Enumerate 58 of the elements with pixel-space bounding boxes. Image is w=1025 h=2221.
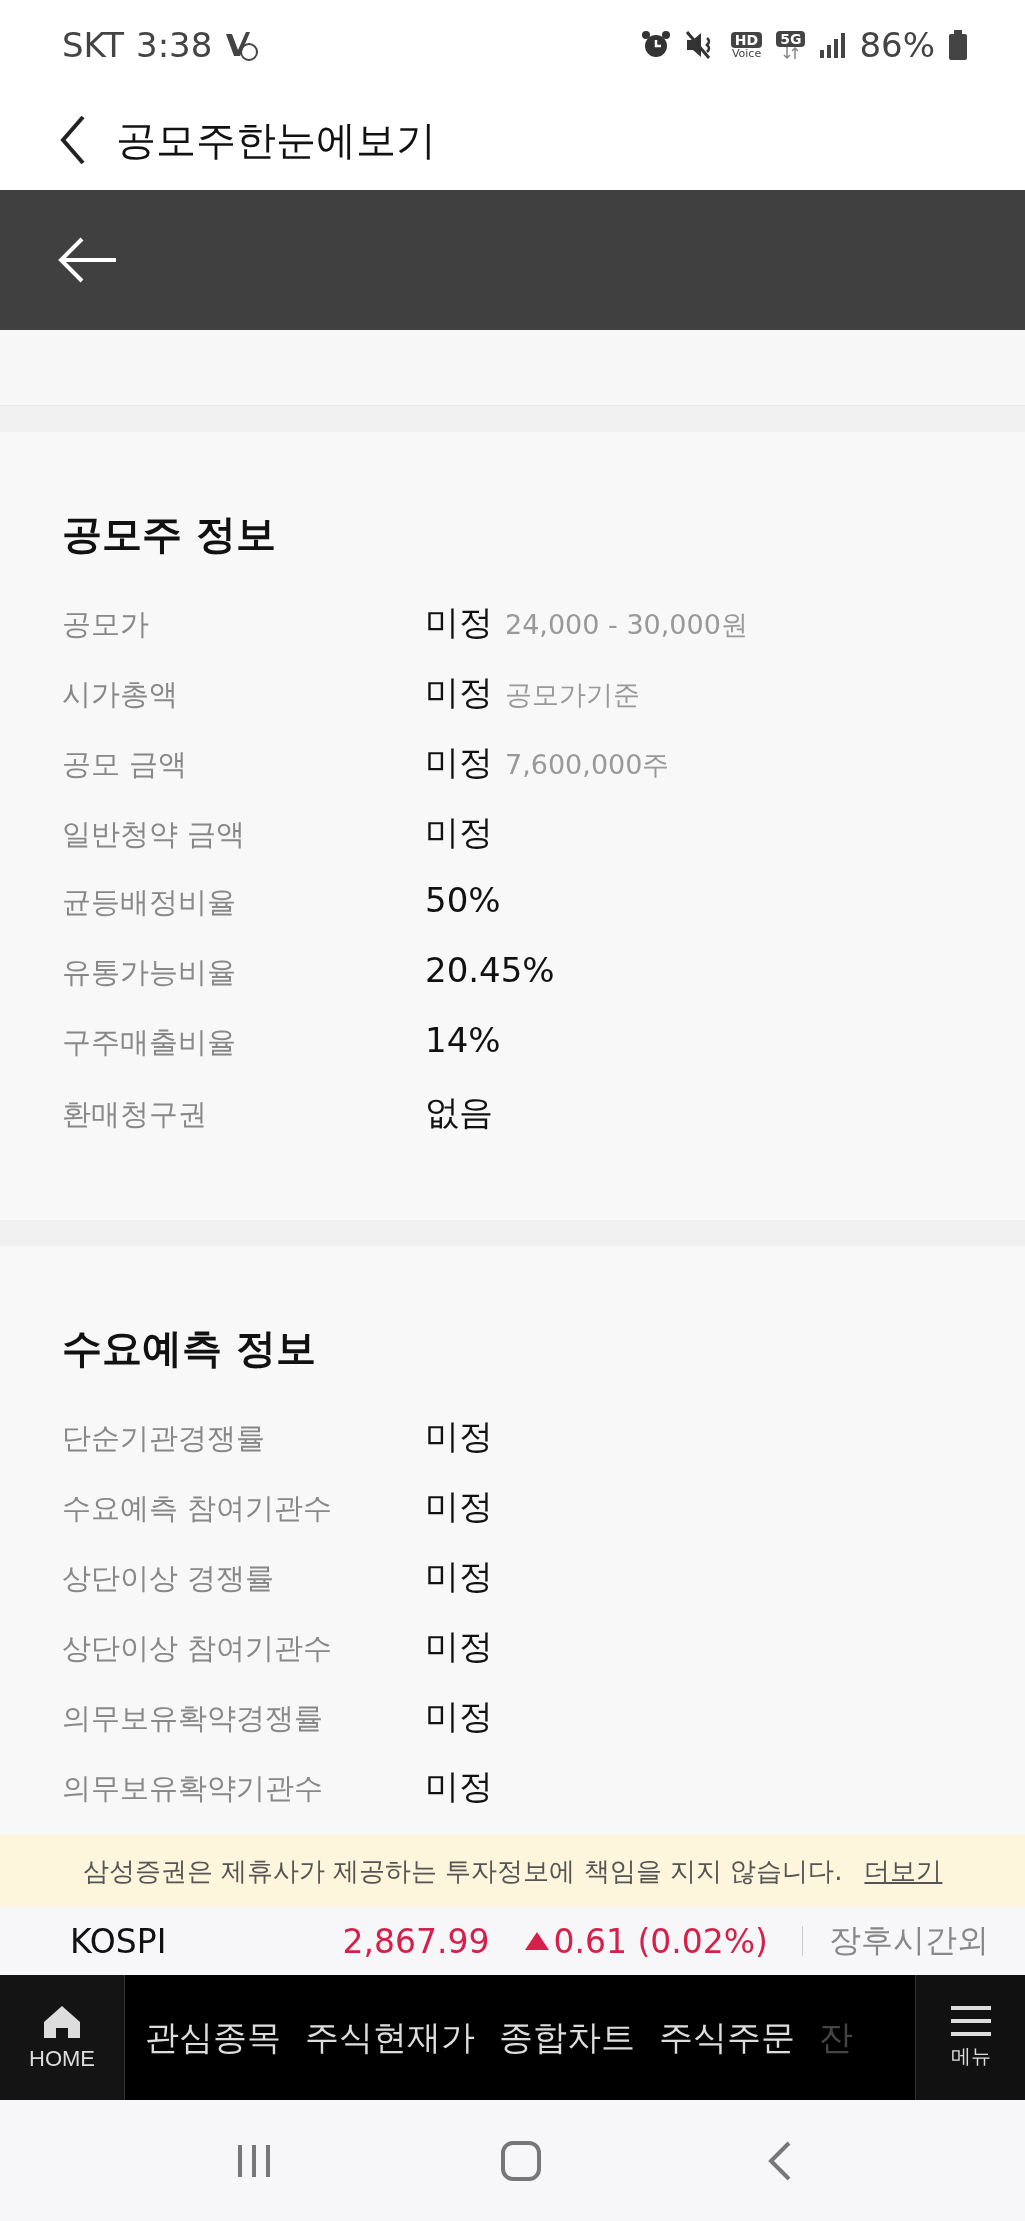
menu-button[interactable]: 메뉴 (915, 1975, 1025, 2100)
field-label: 상단이상 경쟁률 (62, 1560, 276, 1597)
field-value: 미정 (425, 1765, 493, 1808)
field-label: 수요예측 참여기관수 (62, 1490, 334, 1527)
field-note: 공모가기준 (505, 678, 640, 712)
session-label: 장후시간외 (829, 1920, 989, 1961)
house-icon (42, 2003, 82, 2040)
field-label: 의무보유확약기관수 (62, 1770, 324, 1807)
field-label: 단순기관경쟁률 (62, 1420, 266, 1457)
menu-icon (948, 2005, 993, 2037)
field-note: 7,600,000주 (505, 748, 670, 782)
signal-icon (819, 32, 846, 58)
index-change: 0.61 (0.02%) (553, 1921, 768, 1961)
disclaimer-text: 삼성증권은 제휴사가 제공하는 투자정보에 책임을 지지 않습니다. (82, 1854, 843, 1888)
field-label: 의무보유확약경쟁률 (62, 1700, 324, 1737)
battery-percent: 86% (859, 25, 935, 65)
field-value: 없음 (425, 1091, 493, 1134)
home-button-icon[interactable] (500, 2140, 541, 2181)
menu-tab[interactable]: 관심종목 (145, 2014, 281, 2061)
field-value: 미정 (425, 1695, 493, 1738)
field-label: 공모가 (62, 606, 150, 643)
battery-icon (949, 30, 967, 60)
field-label: 공모 금액 (62, 746, 189, 783)
field-label: 균등배정비율 (62, 884, 237, 921)
field-label: 일반청약 금액 (62, 816, 247, 853)
field-value: 미정 (425, 811, 493, 854)
section-title: 수요예측 정보 (62, 1324, 317, 1373)
field-label: 상단이상 참여기관수 (62, 1630, 334, 1667)
alarm-icon (640, 30, 671, 60)
carrier-name: SKT (62, 25, 124, 65)
field-value: 20.45% (425, 950, 555, 990)
field-value: 14% (425, 1020, 501, 1060)
field-value: 미정 (425, 741, 493, 784)
index-name: KOSPI (70, 1921, 168, 1961)
field-value: 미정 (425, 601, 493, 644)
menu-tab[interactable]: 주식현재가 (305, 2014, 475, 2061)
section-title: 공모주 정보 (62, 510, 277, 559)
menu-tab[interactable]: 종합차트 (499, 2014, 635, 2061)
index-value: 2,867.99 (342, 1921, 490, 1961)
field-value: 미정 (425, 1625, 493, 1668)
field-label: 유통가능비율 (62, 954, 237, 991)
clock: 3:38 (136, 25, 213, 65)
field-value: 미정 (425, 1555, 493, 1598)
field-value: 50% (425, 880, 501, 920)
field-note: 24,000 - 30,000원 (505, 608, 748, 642)
page-title: 공모주한눈에보기 (116, 115, 436, 165)
field-label: 시가총액 (62, 676, 179, 713)
field-label: 구주매출비율 (62, 1024, 237, 1061)
field-value: 미정 (425, 1415, 493, 1458)
home-tab[interactable]: HOME (0, 1975, 125, 2100)
more-link[interactable]: 더보기 (864, 1853, 943, 1889)
field-value: 미정 (425, 671, 493, 714)
up-triangle-icon (525, 1932, 550, 1950)
back-icon[interactable] (60, 115, 86, 165)
field-value: 미정 (425, 1485, 493, 1528)
field-label: 환매청구권 (62, 1096, 208, 1133)
menu-tab[interactable]: 주식주문 (659, 2014, 795, 2061)
index-ticker[interactable]: KOSPI 2,867.99 0.61 (0.02%) 장후시간외 (0, 1907, 1025, 1975)
